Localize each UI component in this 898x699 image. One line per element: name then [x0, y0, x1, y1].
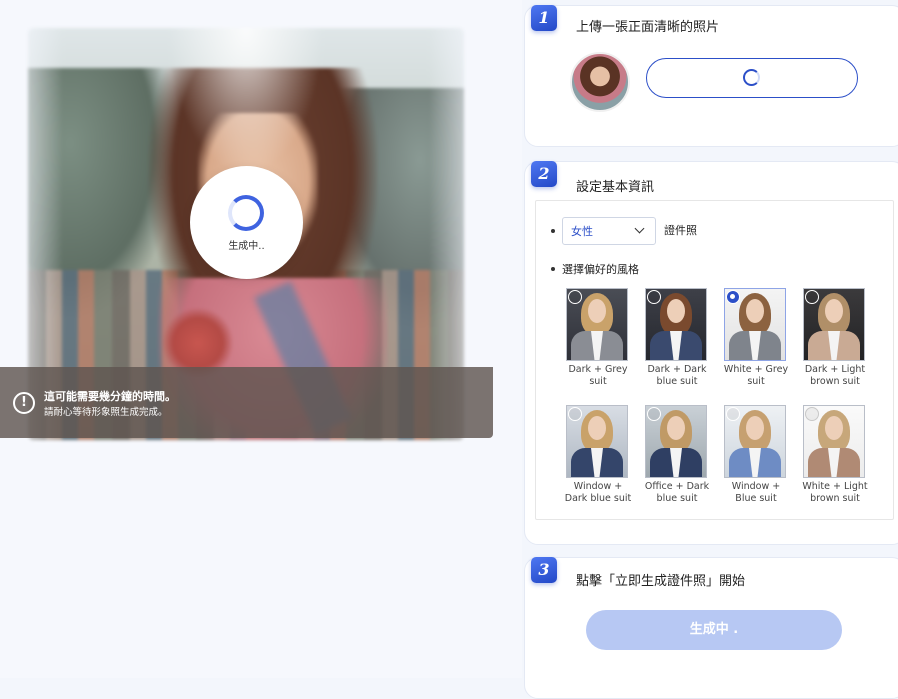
notice-title: 這可能需要幾分鐘的時間。 [44, 390, 176, 403]
style-caption: Dark + Grey suit [568, 364, 628, 387]
preview-pane: 生成中.. ! 這可能需要幾分鐘的時間。 請耐心等待形象照生成完成。 [0, 0, 522, 678]
radio-button[interactable] [568, 290, 582, 304]
spinner-icon [228, 195, 264, 231]
wait-notice-banner: ! 這可能需要幾分鐘的時間。 請耐心等待形象照生成完成。 [0, 367, 493, 438]
style-caption: White + Grey suit [723, 364, 789, 387]
radio-button[interactable] [805, 290, 819, 304]
settings-panel: 女性 證件照 選擇偏好的風格 Dark + Grey suit Dark + Da… [535, 200, 894, 520]
style-caption: Window + Dark blue suit [564, 481, 632, 504]
step-3-title: 點擊「立即生成證件照」開始 [576, 574, 746, 589]
upload-button[interactable] [646, 58, 858, 98]
radio-button[interactable] [805, 407, 819, 421]
step-2-badge: 2 [531, 161, 557, 187]
step-3-badge: 3 [531, 557, 557, 583]
gender-select-value: 女性 [571, 225, 593, 238]
style-caption: Office + Dark blue suit [644, 481, 710, 504]
bullet-icon [551, 267, 555, 271]
style-caption: Window + Blue suit [731, 481, 781, 504]
style-caption: White + Light brown suit [802, 481, 868, 504]
radio-button[interactable] [568, 407, 582, 421]
uploaded-photo-thumbnail[interactable] [570, 52, 630, 112]
spinner-icon [743, 69, 760, 86]
loading-indicator: 生成中.. [190, 166, 303, 279]
gender-select[interactable]: 女性 [562, 217, 656, 245]
exclamation-icon: ! [13, 392, 35, 414]
radio-button-selected[interactable] [726, 290, 740, 304]
notice-subtitle: 請耐心等待形象照生成完成。 [44, 407, 168, 418]
step-2-title: 設定基本資訊 [576, 180, 655, 195]
style-caption: Dark + Dark blue suit [647, 364, 707, 387]
step-1-badge: 1 [531, 5, 557, 31]
generate-button[interactable]: 生成中 . [586, 610, 842, 650]
loading-text: 生成中.. [228, 241, 265, 252]
step-1-card: 1 上傳一張正面清晰的照片 [524, 5, 898, 147]
gender-suffix-label: 證件照 [664, 224, 697, 237]
radio-button[interactable] [647, 290, 661, 304]
style-section-label: 選擇偏好的風格 [562, 263, 639, 276]
step-2-card: 2 設定基本資訊 女性 證件照 選擇偏好的風格 Dark + Greysuit [524, 161, 898, 545]
step-1-title: 上傳一張正面清晰的照片 [576, 20, 720, 35]
bullet-icon [551, 229, 555, 233]
radio-button[interactable] [647, 407, 661, 421]
chevron-down-icon [634, 223, 645, 234]
radio-button[interactable] [726, 407, 740, 421]
style-caption: Dark + Light brown suit [804, 364, 866, 387]
